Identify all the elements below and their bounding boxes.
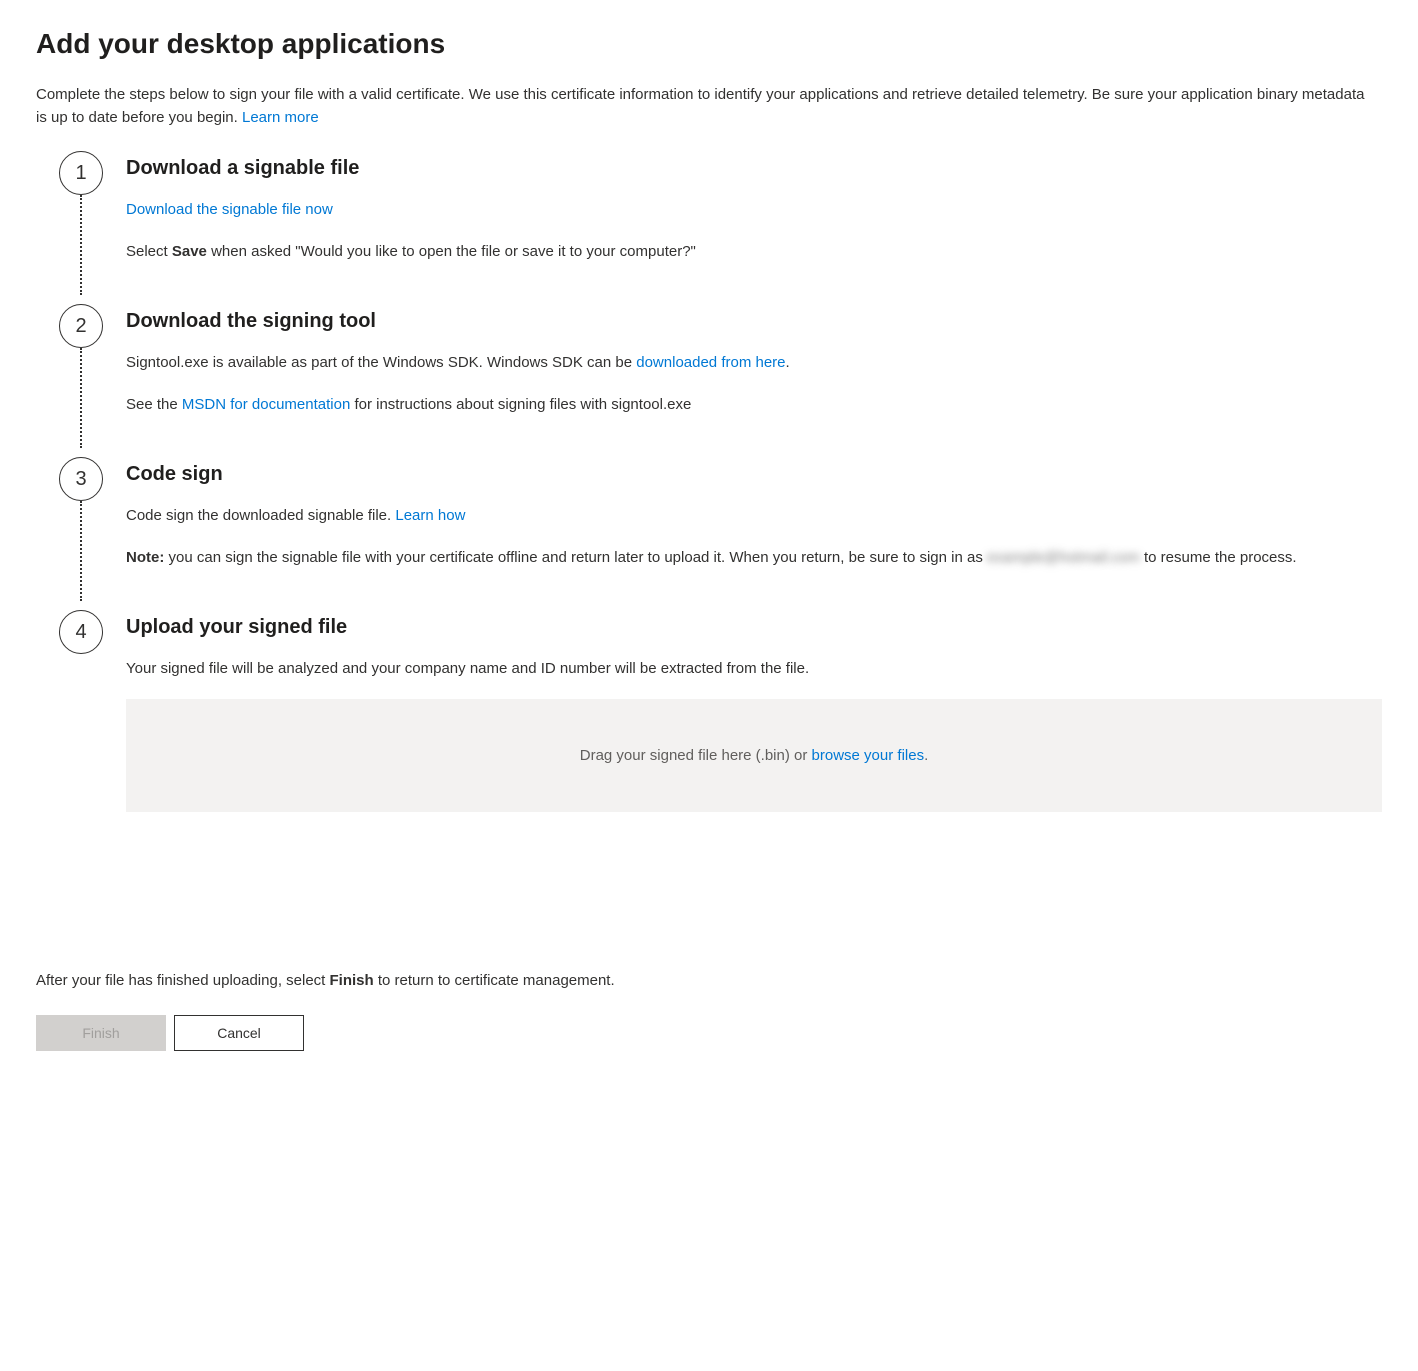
- learn-how-link[interactable]: Learn how: [395, 507, 465, 524]
- step-connector: [80, 501, 82, 601]
- step-2: 2 Download the signing tool Signtool.exe…: [36, 304, 1382, 457]
- step-indicator-col: 3: [36, 457, 126, 601]
- save-keyword: Save: [172, 243, 207, 260]
- redacted-email: example@hotmail.com: [987, 549, 1140, 566]
- step-number-badge: 1: [59, 151, 103, 195]
- step-content: Upload your signed file Your signed file…: [126, 610, 1382, 852]
- windows-sdk-download-link[interactable]: downloaded from here: [636, 354, 785, 371]
- step-4: 4 Upload your signed file Your signed fi…: [36, 610, 1382, 852]
- step-number-badge: 3: [59, 457, 103, 501]
- step-1: 1 Download a signable file Download the …: [36, 151, 1382, 304]
- msdn-info: See the MSDN for documentation for instr…: [126, 393, 1382, 417]
- step-content: Download the signing tool Signtool.exe i…: [126, 304, 1382, 457]
- note-label: Note:: [126, 549, 164, 566]
- finish-button: Finish: [36, 1015, 166, 1051]
- code-sign-instruction: Code sign the downloaded signable file. …: [126, 504, 1382, 528]
- dropzone-suffix: .: [924, 747, 928, 764]
- download-signable-file-link[interactable]: Download the signable file now: [126, 201, 333, 218]
- intro-paragraph: Complete the steps below to sign your fi…: [36, 84, 1376, 129]
- step-connector: [80, 348, 82, 448]
- intro-text: Complete the steps below to sign your fi…: [36, 86, 1364, 126]
- step-connector: [80, 195, 82, 295]
- page-title: Add your desktop applications: [36, 28, 1382, 60]
- step-number-badge: 4: [59, 610, 103, 654]
- file-dropzone[interactable]: Drag your signed file here (.bin) or bro…: [126, 699, 1382, 812]
- save-instruction: Select Save when asked "Would you like t…: [126, 240, 1382, 264]
- steps-list: 1 Download a signable file Download the …: [36, 151, 1382, 852]
- browse-files-link[interactable]: browse your files: [812, 747, 925, 764]
- dropzone-text: Drag your signed file here (.bin) or: [580, 747, 812, 764]
- footer-instruction: After your file has finished uploading, …: [36, 972, 1382, 989]
- step-title: Download the signing tool: [126, 310, 1382, 333]
- step-title: Code sign: [126, 463, 1382, 486]
- step-number-badge: 2: [59, 304, 103, 348]
- step-content: Code sign Code sign the downloaded signa…: [126, 457, 1382, 610]
- step-title: Download a signable file: [126, 157, 1382, 180]
- button-row: Finish Cancel: [36, 1015, 1382, 1051]
- step-indicator-col: 2: [36, 304, 126, 448]
- finish-keyword: Finish: [330, 972, 374, 989]
- code-sign-note: Note: you can sign the signable file wit…: [126, 546, 1382, 570]
- msdn-documentation-link[interactable]: MSDN for documentation: [182, 396, 350, 413]
- upload-description: Your signed file will be analyzed and yo…: [126, 657, 1382, 681]
- step-content: Download a signable file Download the si…: [126, 151, 1382, 304]
- step-indicator-col: 4: [36, 610, 126, 654]
- step-3: 3 Code sign Code sign the downloaded sig…: [36, 457, 1382, 610]
- step-title: Upload your signed file: [126, 616, 1382, 639]
- cancel-button[interactable]: Cancel: [174, 1015, 304, 1051]
- intro-learn-more-link[interactable]: Learn more: [242, 109, 319, 126]
- signtool-info: Signtool.exe is available as part of the…: [126, 351, 1382, 375]
- step-indicator-col: 1: [36, 151, 126, 295]
